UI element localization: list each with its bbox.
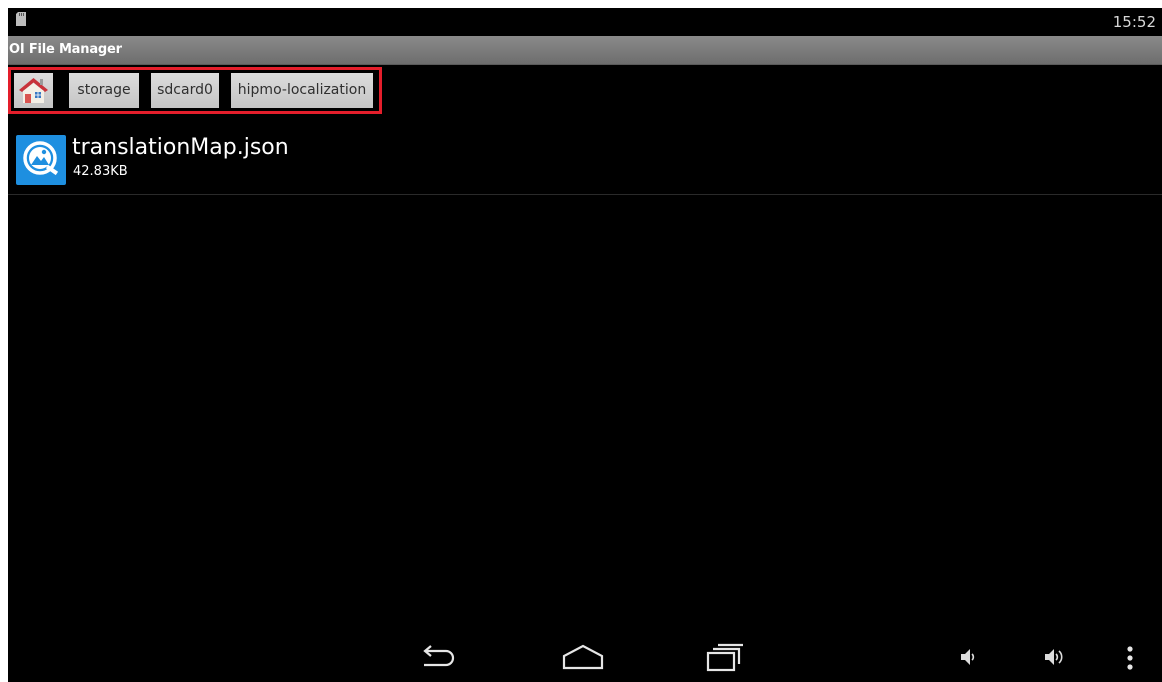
navigation-bar [8,632,1162,682]
device-screen: 15:52 OI File Manager storage sdcard0 hi… [8,8,1162,682]
file-name: translationMap.json [72,135,289,160]
volume-up-icon[interactable] [1042,646,1072,668]
row-divider [8,194,1162,195]
file-list-item[interactable]: translationMap.json 42.83KB [8,126,1162,194]
action-bar: OI File Manager [8,36,1162,65]
back-icon[interactable] [416,642,456,672]
breadcrumb-item-storage[interactable]: storage [69,73,139,108]
overflow-menu-icon[interactable] [1123,644,1137,672]
breadcrumb: storage sdcard0 hipmo-localization [8,67,382,114]
sd-card-icon [16,12,26,26]
breadcrumb-item-sdcard0[interactable]: sdcard0 [151,73,219,108]
file-size: 42.83KB [73,164,128,179]
breadcrumb-item-hipmo-localization[interactable]: hipmo-localization [231,73,373,108]
breadcrumb-home-button[interactable] [14,73,53,108]
status-bar: 15:52 [8,8,1162,36]
status-clock: 15:52 [1112,13,1156,31]
recent-apps-icon[interactable] [704,641,746,673]
home-icon [19,78,48,103]
volume-down-icon[interactable] [958,646,978,668]
image-file-icon [16,135,66,185]
app-title: OI File Manager [9,42,122,57]
home-nav-icon[interactable] [560,642,606,672]
